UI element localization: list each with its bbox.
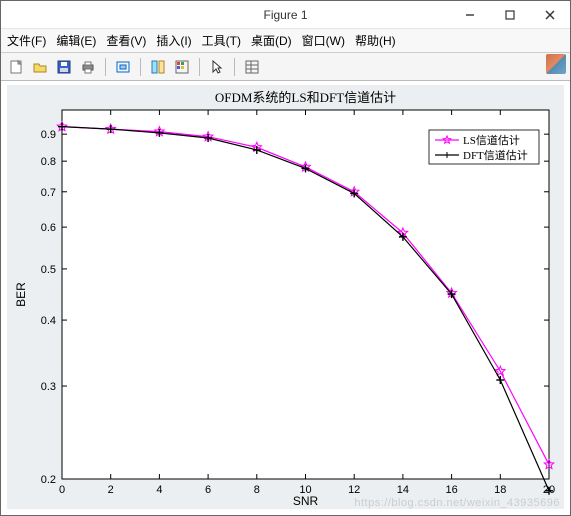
svg-text:0.3: 0.3 [41,381,56,393]
svg-text:0: 0 [59,484,65,496]
link-axes-icon[interactable] [112,56,134,78]
inspector-icon[interactable] [147,56,169,78]
svg-text:0.2: 0.2 [41,474,56,486]
menu-help[interactable]: 帮助(H) [355,32,396,49]
menu-file[interactable]: 文件(F) [7,32,46,49]
chart-canvas: 024681012141618200.20.30.40.50.60.70.80.… [7,85,564,509]
svg-text:0.7: 0.7 [41,187,56,199]
window-title: Figure 1 [263,8,307,22]
save-icon[interactable] [53,56,75,78]
menu-desktop[interactable]: 桌面(D) [251,32,292,49]
svg-text:8: 8 [254,484,260,496]
toolbar-separator [105,58,106,76]
menu-edit[interactable]: 编辑(E) [56,32,96,49]
menu-tools[interactable]: 工具(T) [202,32,241,49]
menu-view[interactable]: 查看(V) [106,32,146,49]
close-button[interactable] [530,1,570,29]
matlab-logo-icon [546,54,566,74]
title-bar[interactable]: Figure 1 [1,1,570,29]
menu-insert[interactable]: 插入(I) [156,32,191,49]
svg-text:12: 12 [348,484,360,496]
minimize-button[interactable] [450,1,490,29]
svg-text:0.4: 0.4 [41,315,56,327]
figure-window: Figure 1 文件(F) 编辑(E) 查看(V) 插入(I) 工具(T) 桌… [0,0,571,516]
svg-text:SNR: SNR [293,494,319,508]
toolbar [1,53,570,81]
new-figure-icon[interactable] [5,56,27,78]
svg-text:0.9: 0.9 [41,129,56,141]
svg-text:0.6: 0.6 [41,222,56,234]
svg-text:2: 2 [108,484,114,496]
svg-text:0.8: 0.8 [41,156,56,168]
svg-text:16: 16 [445,484,457,496]
svg-text:0.5: 0.5 [41,264,56,276]
menu-window[interactable]: 窗口(W) [302,32,345,49]
pointer-icon[interactable] [206,56,228,78]
print-icon[interactable] [77,56,99,78]
svg-text:14: 14 [397,484,409,496]
open-icon[interactable] [29,56,51,78]
maximize-button[interactable] [490,1,530,29]
svg-text:4: 4 [156,484,162,496]
toolbar-separator [140,58,141,76]
toolbar-separator [234,58,235,76]
svg-text:OFDM系统的LS和DFT信道估计: OFDM系统的LS和DFT信道估计 [215,90,396,105]
menu-bar: 文件(F) 编辑(E) 查看(V) 插入(I) 工具(T) 桌面(D) 窗口(W… [1,29,570,53]
plot-tools-icon[interactable] [171,56,193,78]
properties-icon[interactable] [241,56,263,78]
svg-text:6: 6 [205,484,211,496]
axes-panel[interactable]: 024681012141618200.20.30.40.50.60.70.80.… [7,85,564,509]
svg-text:DFT信道估计: DFT信道估计 [463,148,528,162]
svg-text:18: 18 [494,484,506,496]
window-controls [450,1,570,29]
toolbar-separator [199,58,200,76]
svg-text:BER: BER [14,282,28,307]
svg-text:LS信道估计: LS信道估计 [463,133,520,147]
